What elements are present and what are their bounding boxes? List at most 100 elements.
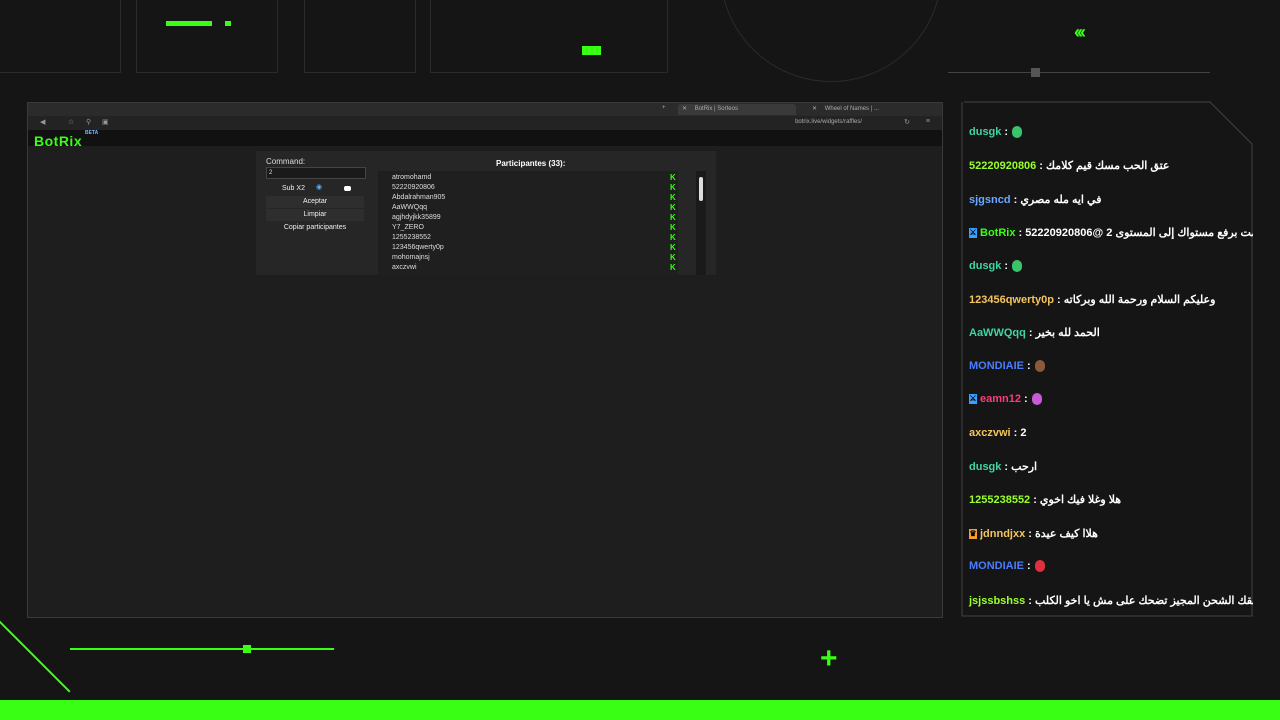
participant-name: AaWWQqq xyxy=(392,204,428,211)
tab-label: Wheel of Names | ... xyxy=(824,106,879,112)
participant-name: 1255238552 xyxy=(392,234,431,241)
chat-message: 123456qwerty0p: وعليكم السلام ورحمة الله… xyxy=(969,293,1215,306)
chat-panel: dusgk: 52220920806: عتق الحب مسك قيم كلام… xyxy=(963,102,1253,616)
chat-text: : xyxy=(1004,259,1009,272)
chat-message: ♛ jdnndjxx: هلاا كيف عيدة xyxy=(969,527,1098,540)
new-tab-icon[interactable]: + xyxy=(662,105,666,111)
emote-icon xyxy=(1031,393,1042,406)
kick-icon: K xyxy=(670,183,676,192)
chat-username[interactable]: jsjssbshss xyxy=(969,595,1025,607)
chat-username[interactable]: dusgk xyxy=(969,126,1001,138)
browser-capture: + ✕ BotRix | Sorteos ✕ Wheel of Names | … xyxy=(27,102,943,618)
chat-message: AaWWQqq: الحمد لله بخير xyxy=(969,326,1100,339)
chat-text: : xyxy=(1027,359,1031,372)
kick-icon: K xyxy=(670,233,676,242)
deco-line xyxy=(948,72,1210,73)
chat-text: : xyxy=(1023,393,1028,406)
chat-username[interactable]: MONDIAIE xyxy=(969,560,1024,572)
chat-message: MONDIAIE: xyxy=(969,360,1045,372)
botrix-logo[interactable]: BotRix xyxy=(34,133,82,149)
chat-message: 52220920806: عتق الحب مسك قيم كلامك xyxy=(969,159,1169,172)
chat-message: axczvwi: 2 xyxy=(969,427,1026,439)
chat-text: : في ايه مله مصري xyxy=(1013,193,1102,206)
deco-dash xyxy=(166,21,212,26)
url-text[interactable]: botrix.live/widgets/raffles/ xyxy=(795,119,862,125)
chat-username[interactable]: dusgk xyxy=(969,260,1001,272)
chat-username[interactable]: BotRix xyxy=(980,227,1015,239)
chat-username[interactable]: 123456qwerty0p xyxy=(969,294,1054,306)
kick-icon: K xyxy=(670,173,676,182)
chat-message: jsjssbshss: تس لفقك الشحن المجيز تضحك عل… xyxy=(969,594,1253,607)
deco-dash xyxy=(582,46,601,55)
bot-badge-icon: ⚔ xyxy=(969,228,977,239)
participant-name: Abdalrahman905 xyxy=(392,194,446,201)
participant-name: atromohamd xyxy=(392,174,432,181)
sub-badge-icon: ♛ xyxy=(969,528,977,539)
chat-message: ⚔ eamn12: xyxy=(969,393,1042,406)
chat-username[interactable]: AaWWQqq xyxy=(969,327,1026,339)
kick-icon: K xyxy=(670,213,676,222)
kick-icon: K xyxy=(670,203,676,212)
chat-username[interactable]: 52220920806 xyxy=(969,160,1036,172)
bg-letter-outline xyxy=(720,0,942,82)
kick-icon: K xyxy=(670,223,676,232)
participant-name: Y7_ZERO xyxy=(392,224,424,231)
chat-message: ⚔ BotRix: قمت برفع مستواك إلى المستوى 2 @… xyxy=(969,226,1253,239)
mod-badge-icon: ⚔ xyxy=(969,394,977,405)
emote-icon xyxy=(1034,359,1045,372)
deco-line xyxy=(70,648,334,650)
close-icon[interactable]: ✕ xyxy=(682,106,687,112)
chat-username[interactable]: jdnndjxx xyxy=(980,528,1025,540)
chat-text: : 2 xyxy=(1013,426,1027,439)
chat-text: : عتق الحب مسك قيم كلامك xyxy=(1039,160,1170,173)
app-header xyxy=(28,130,942,146)
participant-name: 52220920806 xyxy=(392,184,435,191)
scrollbar-thumb[interactable] xyxy=(699,177,703,201)
chat-username[interactable]: 1255238552 xyxy=(969,494,1030,506)
command-input[interactable]: 2 xyxy=(266,167,366,179)
star-icon[interactable]: ☆ xyxy=(68,118,74,126)
bg-letter-outline xyxy=(304,0,416,73)
extension-icon[interactable]: ▣ xyxy=(102,118,109,126)
deco-node xyxy=(243,645,251,653)
url-bar[interactable]: ◀ ☆ ⚲ ▣ botrix.live/widgets/raffles/ ↻ ≡ xyxy=(28,116,942,130)
beta-badge: BETA xyxy=(85,130,99,136)
kick-icon: K xyxy=(670,253,676,262)
reload-icon[interactable]: ↻ xyxy=(904,118,910,126)
toggle-switch[interactable] xyxy=(344,186,351,191)
chat-username[interactable]: eamn12 xyxy=(980,393,1021,405)
tab-botrix[interactable]: ✕ BotRix | Sorteos xyxy=(678,104,796,115)
chat-message: 1255238552: هلا وغلا فيك اخوي xyxy=(969,493,1121,506)
chat-text: : وعليكم السلام ورحمة الله وبركاته xyxy=(1057,294,1216,306)
deco-diagonal xyxy=(0,613,71,693)
deco-chevrons-icon: ‹‹‹ xyxy=(1074,22,1086,42)
accept-button[interactable]: Aceptar xyxy=(266,196,364,208)
chat-username[interactable]: sjgsncd xyxy=(969,194,1011,206)
chat-username[interactable]: axczvwi xyxy=(969,427,1011,439)
chat-username[interactable]: dusgk xyxy=(969,461,1001,473)
back-icon[interactable]: ◀ xyxy=(40,118,45,126)
close-icon[interactable]: ✕ xyxy=(812,106,817,112)
clear-button[interactable]: Limpiar xyxy=(266,209,364,221)
chat-text: : هلاا كيف عيدة xyxy=(1028,527,1098,540)
search-icon[interactable]: ⚲ xyxy=(86,118,91,126)
copy-participants-button[interactable]: Copiar participantes xyxy=(266,222,364,234)
tab-bar: + ✕ BotRix | Sorteos ✕ Wheel of Names | … xyxy=(28,103,942,116)
chat-message: dusgk: xyxy=(969,259,1023,272)
chat-text: : هلا وغلا فيك اخوي xyxy=(1033,494,1122,507)
raffle-widget: Command: 2 Sub X2 ◉ Aceptar Limpiar Copi… xyxy=(256,151,716,275)
menu-icon[interactable]: ≡ xyxy=(926,118,930,125)
bottom-accent-bar xyxy=(0,700,1280,720)
chat-message: dusgk: ارحب xyxy=(969,460,1037,473)
chat-text: : قمت برفع مستواك إلى المستوى 2 @5222092… xyxy=(1018,227,1253,240)
chat-text: : xyxy=(1027,560,1031,573)
chat-message: sjgsncd: في ايه مله مصري xyxy=(969,193,1101,206)
deco-node xyxy=(1031,68,1040,77)
emote-icon xyxy=(1012,259,1023,272)
eye-icon: ◉ xyxy=(316,184,323,191)
emote-icon xyxy=(1034,560,1045,573)
chat-username[interactable]: MONDIAIE xyxy=(969,360,1024,372)
participant-name: mohomajnsj xyxy=(392,254,430,261)
tab-wheel[interactable]: ✕ Wheel of Names | ... xyxy=(808,104,936,115)
emote-icon xyxy=(1012,126,1023,139)
